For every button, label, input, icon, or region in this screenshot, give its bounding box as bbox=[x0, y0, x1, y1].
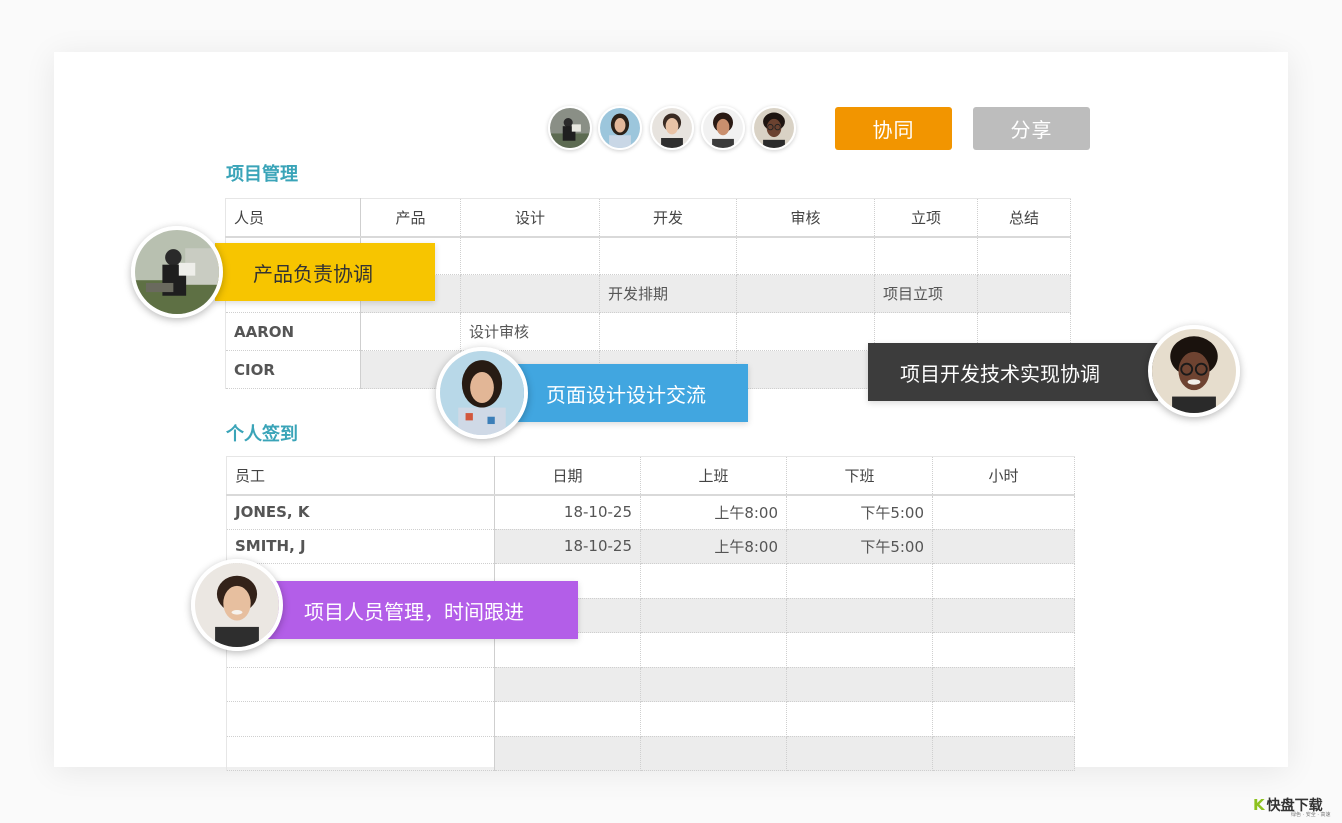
callout-text: 页面设计设计交流 bbox=[546, 382, 706, 407]
table-cell[interactable] bbox=[736, 274, 875, 313]
table-cell[interactable]: 下午5:00 bbox=[786, 494, 933, 530]
callout-staff: 项目人员管理，时间跟进 bbox=[268, 581, 578, 639]
table-row: SMITH, J 18-10-25 上午8:00 下午5:00 bbox=[226, 529, 1075, 564]
col-header: 小时 bbox=[932, 456, 1075, 496]
callout-avatar-design bbox=[436, 347, 528, 439]
signin-section-title: 个人签到 bbox=[226, 424, 298, 445]
callout-avatar-product bbox=[131, 226, 223, 318]
callout-text: 产品负责协调 bbox=[253, 261, 373, 286]
callout-avatar-dev bbox=[1148, 325, 1240, 417]
table-cell[interactable] bbox=[786, 701, 933, 737]
col-header: 员工 bbox=[226, 456, 495, 496]
member-avatar-4[interactable] bbox=[701, 106, 745, 150]
table-cell[interactable] bbox=[640, 563, 787, 599]
table-cell[interactable] bbox=[932, 701, 1075, 737]
brand-k-icon: K bbox=[1253, 796, 1265, 814]
table-cell[interactable]: 开发排期 bbox=[599, 274, 737, 313]
table-cell[interactable] bbox=[640, 736, 787, 771]
table-cell[interactable] bbox=[786, 667, 933, 702]
col-header: 立项 bbox=[874, 198, 978, 238]
table-cell[interactable]: JONES, K bbox=[226, 494, 495, 530]
table-cell[interactable] bbox=[226, 667, 495, 702]
callout-avatar-staff bbox=[191, 559, 283, 651]
table-cell[interactable] bbox=[736, 350, 875, 389]
table-cell[interactable] bbox=[460, 274, 600, 313]
table-cell[interactable] bbox=[599, 312, 737, 351]
table-cell[interactable] bbox=[640, 667, 787, 702]
table-cell[interactable] bbox=[932, 598, 1075, 633]
table-cell[interactable] bbox=[932, 632, 1075, 668]
brand-tagline: 绿色 · 安全 · 高速 bbox=[1291, 812, 1331, 818]
col-header: 人员 bbox=[225, 198, 361, 238]
col-header: 开发 bbox=[599, 198, 737, 238]
col-header: 产品 bbox=[360, 198, 461, 238]
callout-dev: 项目开发技术实现协调 bbox=[868, 343, 1158, 401]
table-cell[interactable]: SMITH, J bbox=[226, 529, 495, 564]
table-row bbox=[226, 667, 1075, 702]
table-cell[interactable]: 项目立项 bbox=[874, 274, 978, 313]
table-cell[interactable]: 18-10-25 bbox=[494, 529, 641, 564]
table-row bbox=[226, 701, 1075, 737]
table-cell[interactable] bbox=[932, 494, 1075, 530]
col-header: 上班 bbox=[640, 456, 787, 496]
table-cell[interactable] bbox=[640, 598, 787, 633]
table-cell[interactable] bbox=[460, 236, 600, 275]
table-cell[interactable] bbox=[786, 598, 933, 633]
table-row bbox=[226, 736, 1075, 771]
table-cell[interactable] bbox=[786, 632, 933, 668]
table-cell[interactable] bbox=[786, 736, 933, 771]
col-header: 设计 bbox=[460, 198, 600, 238]
table-cell[interactable] bbox=[494, 736, 641, 771]
project-section-title: 项目管理 bbox=[226, 164, 298, 185]
table-cell[interactable] bbox=[874, 236, 978, 275]
share-button[interactable]: 分享 bbox=[973, 107, 1090, 150]
table-cell[interactable] bbox=[494, 701, 641, 737]
table-cell[interactable]: AARON bbox=[225, 312, 361, 351]
table-cell[interactable] bbox=[786, 563, 933, 599]
table-cell[interactable]: 上午8:00 bbox=[640, 529, 787, 564]
table-row: JONES, K 18-10-25 上午8:00 下午5:00 bbox=[226, 494, 1075, 530]
table-cell[interactable] bbox=[736, 236, 875, 275]
member-avatar-1[interactable] bbox=[548, 106, 592, 150]
table-cell[interactable] bbox=[599, 236, 737, 275]
col-header: 审核 bbox=[736, 198, 875, 238]
table-cell[interactable]: CIOR bbox=[225, 350, 361, 389]
table-cell[interactable] bbox=[932, 563, 1075, 599]
table-cell[interactable] bbox=[932, 667, 1075, 702]
table-cell[interactable] bbox=[932, 736, 1075, 771]
table-cell[interactable] bbox=[360, 312, 461, 351]
callout-design: 页面设计设计交流 bbox=[510, 364, 748, 422]
callout-text: 项目开发技术实现协调 bbox=[900, 361, 1100, 386]
table-cell[interactable] bbox=[226, 736, 495, 771]
table-cell[interactable] bbox=[226, 701, 495, 737]
table-cell[interactable] bbox=[640, 632, 787, 668]
table-cell[interactable] bbox=[736, 312, 875, 351]
table-cell[interactable]: 设计审核 bbox=[460, 312, 600, 351]
callout-product: 产品负责协调 bbox=[215, 243, 435, 301]
table-cell[interactable]: 18-10-25 bbox=[494, 494, 641, 530]
table-cell[interactable] bbox=[977, 236, 1071, 275]
table-cell[interactable] bbox=[494, 667, 641, 702]
table-cell[interactable] bbox=[932, 529, 1075, 564]
member-avatar-2[interactable] bbox=[598, 106, 642, 150]
member-avatar-5[interactable] bbox=[752, 106, 796, 150]
collab-button[interactable]: 协同 bbox=[835, 107, 952, 150]
col-header: 日期 bbox=[494, 456, 641, 496]
table-cell[interactable] bbox=[977, 274, 1071, 313]
member-avatar-3[interactable] bbox=[650, 106, 694, 150]
table-cell[interactable]: 上午8:00 bbox=[640, 494, 787, 530]
callout-text: 项目人员管理，时间跟进 bbox=[304, 599, 524, 624]
table-cell[interactable]: 下午5:00 bbox=[786, 529, 933, 564]
col-header: 下班 bbox=[786, 456, 933, 496]
col-header: 总结 bbox=[977, 198, 1071, 238]
table-cell[interactable] bbox=[640, 701, 787, 737]
brand-logo: K 快盘下载 绿色 · 安全 · 高速 bbox=[1253, 795, 1331, 818]
